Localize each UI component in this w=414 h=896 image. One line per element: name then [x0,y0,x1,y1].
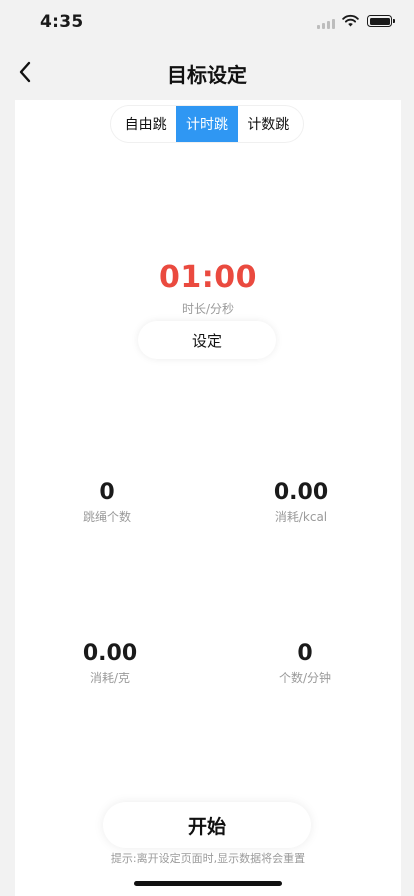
stat-label: 个数/分钟 [278,671,332,685]
stat-value: 0 [99,480,115,505]
mode-switch: 自由跳 计时跳 计数跳 [111,106,303,142]
status-time: 4:35 [40,12,84,32]
stat-value: 0 [297,641,313,666]
status-bar: 4:35 [0,0,414,44]
content-card: 自由跳 计时跳 计数跳 01:00 时长/分秒 设定 0 跳绳个数 0.00 消… [15,100,401,896]
stat-label: 消耗/克 [89,671,131,685]
hint-text: 提示:离开设定页面时,显示数据将会重置 [110,852,306,865]
timer-label: 时长/分秒 [181,302,235,316]
stat-calories-kcal: 0.00 消耗/kcal [221,480,381,525]
battery-icon [367,15,395,27]
screen: 4:35 目标设定 自由跳 计时跳 计数跳 01:00 时长/分秒 设定 0 跳… [0,0,414,896]
tab-timed-jump[interactable]: 计时跳 [176,106,238,142]
timer-value: 01:00 [159,260,257,295]
tab-free-jump[interactable]: 自由跳 [111,106,176,142]
stat-label: 消耗/kcal [274,510,328,524]
nav-bar: 目标设定 [0,44,414,100]
tab-count-jump[interactable]: 计数跳 [238,106,303,142]
stat-value: 0.00 [82,641,138,666]
stat-jump-count: 0 跳绳个数 [27,480,187,525]
signal-icon [317,19,335,29]
home-indicator[interactable] [134,881,282,886]
stat-per-minute: 0 个数/分钟 [225,641,385,686]
set-button[interactable]: 设定 [138,321,276,359]
stat-consumption-grams: 0.00 消耗/克 [30,641,190,686]
wifi-icon [342,14,359,27]
page-title: 目标设定 [167,63,247,87]
stat-value: 0.00 [273,480,329,505]
stat-label: 跳绳个数 [82,510,131,524]
start-button[interactable]: 开始 [103,802,311,848]
